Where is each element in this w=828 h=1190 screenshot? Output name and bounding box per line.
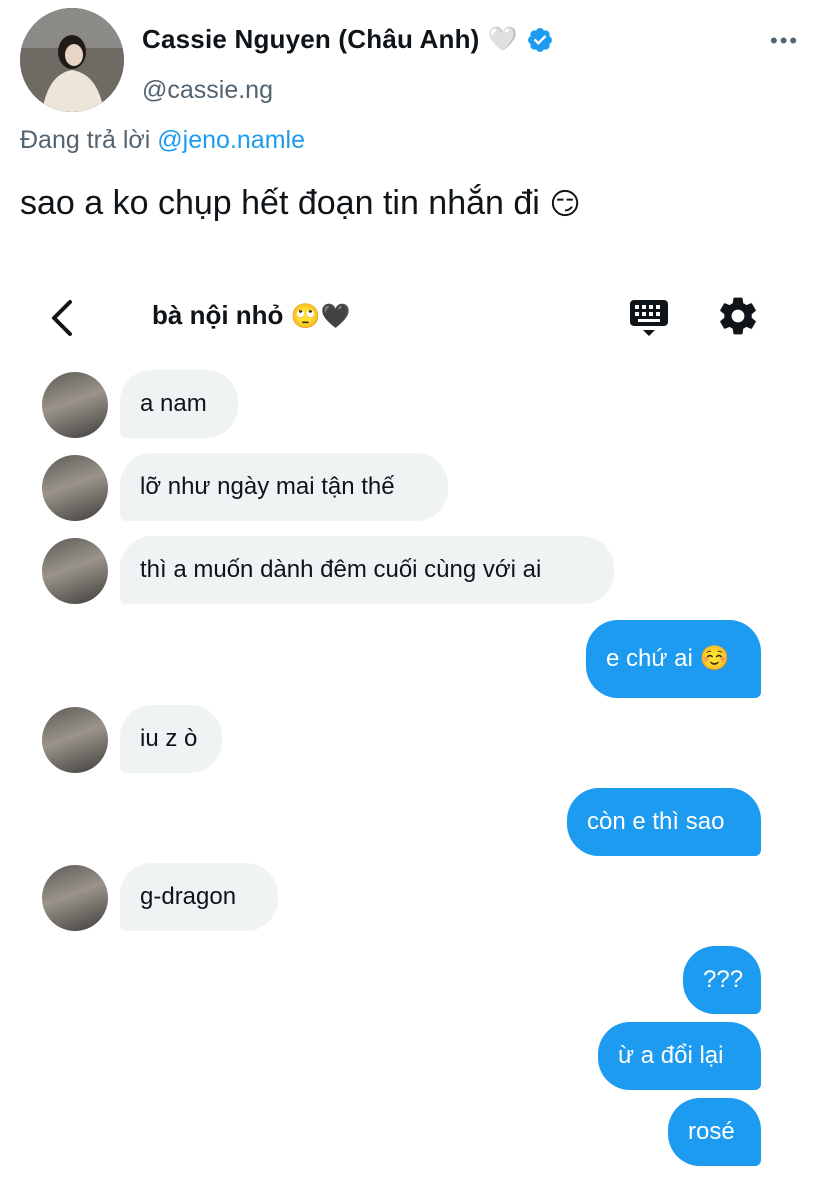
white-heart-icon: 🤍 bbox=[487, 26, 518, 53]
message-bubble-outgoing: rosé bbox=[668, 1098, 761, 1166]
author-avatar[interactable] bbox=[20, 8, 124, 112]
author-handle[interactable]: @cassie.ng bbox=[142, 76, 273, 105]
chat-title-text: bà nội nhỏ bbox=[152, 300, 284, 330]
contact-avatar bbox=[42, 865, 108, 931]
more-options-icon[interactable]: ••• bbox=[770, 28, 799, 54]
tweet-text: sao a ko chụp hết đoạn tin nhắn đi 😏 bbox=[20, 184, 581, 223]
avatar-photo bbox=[20, 8, 124, 112]
replying-to: Đang trả lời @jeno.namle bbox=[20, 126, 305, 155]
message-bubble-outgoing: ừ a đổi lại bbox=[598, 1022, 761, 1090]
contact-avatar bbox=[42, 455, 108, 521]
message-bubble-outgoing: e chứ ai ☺️ bbox=[586, 620, 761, 698]
contact-avatar bbox=[42, 372, 108, 438]
message-bubble-incoming: thì a muốn dành đêm cuối cùng với ai bbox=[120, 536, 614, 604]
gear-icon bbox=[720, 297, 756, 335]
contact-avatar bbox=[42, 707, 108, 773]
tweet-text-body: sao a ko chụp hết đoạn tin nhắn đi bbox=[20, 184, 540, 222]
message-bubble-incoming: iu z ò bbox=[120, 705, 222, 773]
message-bubble-outgoing: ??? bbox=[683, 946, 761, 1014]
message-bubble-incoming: g-dragon bbox=[120, 863, 278, 931]
message-bubble-outgoing: còn e thì sao bbox=[567, 788, 761, 856]
message-bubble-incoming: lỡ như ngày mai tận thế bbox=[120, 453, 448, 521]
author-name-text: Cassie Nguyen (Châu Anh) bbox=[142, 24, 480, 54]
back-arrow-icon bbox=[52, 300, 72, 336]
verified-badge-icon bbox=[527, 27, 552, 52]
reply-prefix: Đang trả lời bbox=[20, 126, 151, 154]
keyboard-icon bbox=[630, 300, 668, 336]
smirk-emoji: 😏 bbox=[549, 188, 581, 221]
message-bubble-incoming: a nam bbox=[120, 370, 238, 438]
chat-title-emojis: 🙄🖤 bbox=[290, 303, 351, 330]
contact-avatar bbox=[42, 538, 108, 604]
reply-mention-link[interactable]: @jeno.namle bbox=[157, 126, 305, 154]
chat-title: bà nội nhỏ 🙄🖤 bbox=[152, 300, 350, 331]
author-name[interactable]: Cassie Nguyen (Châu Anh) 🤍 bbox=[142, 24, 554, 55]
